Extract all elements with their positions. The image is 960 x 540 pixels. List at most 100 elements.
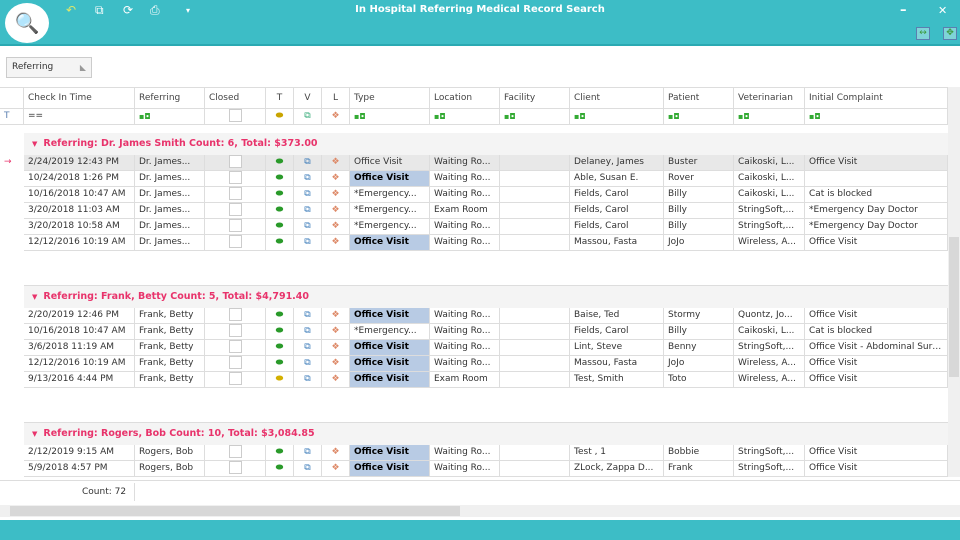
filter-cell[interactable]: ▪◘ xyxy=(734,109,805,125)
visit-icon[interactable]: ⧉ xyxy=(294,219,322,235)
filter-cell[interactable]: == xyxy=(24,109,135,125)
treatment-icon[interactable]: ⬬ xyxy=(266,372,294,388)
checkbox[interactable] xyxy=(228,308,242,321)
closed-checkbox[interactable] xyxy=(205,155,266,171)
table-row[interactable]: 10/24/2018 1:26 PM Dr. James... ⬬ ⧉ ❖ Office … xyxy=(0,171,948,187)
checkbox[interactable] xyxy=(228,235,242,248)
treatment-icon[interactable]: ⬬ xyxy=(266,356,294,372)
table-row[interactable]: 12/12/2016 10:19 AM Frank, Betty ⬬ ⧉ ❖ Office… xyxy=(0,356,948,372)
lab-icon[interactable]: ❖ xyxy=(322,308,350,324)
group-by-referring-chip[interactable]: Referring ◣ xyxy=(6,57,92,78)
filter-cell[interactable]: ▪◘ xyxy=(350,109,430,125)
filter-cell[interactable]: ⬬ xyxy=(266,109,294,125)
close-button[interactable]: ✕ xyxy=(938,4,947,17)
filter-icon[interactable]: T xyxy=(0,109,24,125)
lab-icon[interactable]: ❖ xyxy=(322,324,350,340)
filter-cell[interactable]: ▪◘ xyxy=(570,109,664,125)
visit-icon[interactable]: ⧉ xyxy=(294,324,322,340)
checkbox[interactable] xyxy=(228,219,242,232)
closed-checkbox[interactable] xyxy=(205,187,266,203)
table-row[interactable]: 3/20/2018 11:03 AM Dr. James... ⬬ ⧉ ❖ *Emerge… xyxy=(0,203,948,219)
column-header[interactable]: Closed xyxy=(205,88,266,109)
collapse-chevron-icon[interactable]: ▼ xyxy=(32,140,37,148)
filter-cell[interactable]: ▪◘ xyxy=(805,109,948,125)
table-row[interactable]: 2/20/2019 12:46 PM Frank, Betty ⬬ ⧉ ❖ Office … xyxy=(0,308,948,324)
checkbox[interactable] xyxy=(228,203,242,216)
treatment-icon[interactable]: ⬬ xyxy=(266,155,294,171)
column-header[interactable]: Initial Complaint xyxy=(805,88,948,109)
checkbox[interactable] xyxy=(228,461,242,474)
closed-checkbox[interactable] xyxy=(205,235,266,251)
closed-checkbox[interactable] xyxy=(205,219,266,235)
treatment-icon[interactable]: ⬬ xyxy=(266,235,294,251)
horizontal-scrollbar[interactable] xyxy=(0,505,960,517)
group-header[interactable]: ▼ Referring: Frank, Betty Count: 5, Total… xyxy=(24,286,948,308)
table-row[interactable]: 5/9/2018 4:57 PM Rogers, Bob ⬬ ⧉ ❖ Office Vis… xyxy=(0,461,948,477)
filter-cell[interactable]: ▪◘ xyxy=(664,109,734,125)
minimize-button[interactable]: – xyxy=(900,3,907,18)
visit-icon[interactable]: ⧉ xyxy=(294,445,322,461)
vertical-scrollbar[interactable] xyxy=(948,87,960,477)
column-header[interactable]: T xyxy=(266,88,294,109)
visit-icon[interactable]: ⧉ xyxy=(294,356,322,372)
filter-cell[interactable]: ❖ xyxy=(322,109,350,125)
table-row[interactable]: 9/13/2016 4:44 PM Frank, Betty ⬬ ⧉ ❖ Office V… xyxy=(0,372,948,388)
table-row[interactable]: 10/16/2018 10:47 AM Frank, Betty ⬬ ⧉ ❖ *Emerg… xyxy=(0,324,948,340)
filter-cell[interactable] xyxy=(205,109,266,125)
collapse-icon[interactable]: ↔ xyxy=(916,27,930,40)
column-header[interactable]: Veterinarian xyxy=(734,88,805,109)
collapse-chevron-icon[interactable]: ▼ xyxy=(32,293,37,301)
lab-icon[interactable]: ❖ xyxy=(322,219,350,235)
checkbox[interactable] xyxy=(228,356,242,369)
treatment-icon[interactable]: ⬬ xyxy=(266,324,294,340)
closed-checkbox[interactable] xyxy=(205,324,266,340)
closed-checkbox[interactable] xyxy=(205,340,266,356)
column-header[interactable] xyxy=(0,88,24,109)
column-header[interactable]: Facility xyxy=(500,88,570,109)
column-header[interactable]: Check In Time xyxy=(24,88,135,109)
checkbox[interactable] xyxy=(228,187,242,200)
treatment-icon[interactable]: ⬬ xyxy=(266,308,294,324)
column-header[interactable]: Type xyxy=(350,88,430,109)
visit-icon[interactable]: ⧉ xyxy=(294,171,322,187)
filter-cell[interactable]: ▪◘ xyxy=(135,109,205,125)
closed-checkbox[interactable] xyxy=(205,308,266,324)
checkbox[interactable] xyxy=(228,372,242,385)
collapse-chevron-icon[interactable]: ▼ xyxy=(32,430,37,438)
lab-icon[interactable]: ❖ xyxy=(322,203,350,219)
table-row[interactable]: 12/12/2016 10:19 AM Dr. James... ⬬ ⧉ ❖ Office… xyxy=(0,235,948,251)
lab-icon[interactable]: ❖ xyxy=(322,171,350,187)
treatment-icon[interactable]: ⬬ xyxy=(266,203,294,219)
treatment-icon[interactable]: ⬬ xyxy=(266,187,294,203)
group-header[interactable]: ▼ Referring: Dr. James Smith Count: 6, To… xyxy=(24,133,948,155)
treatment-icon[interactable]: ⬬ xyxy=(266,461,294,477)
lab-icon[interactable]: ❖ xyxy=(322,356,350,372)
group-header[interactable]: ▼ Referring: Rogers, Bob Count: 10, Total… xyxy=(24,423,948,445)
visit-icon[interactable]: ⧉ xyxy=(294,308,322,324)
lab-icon[interactable]: ❖ xyxy=(322,235,350,251)
treatment-icon[interactable]: ⬬ xyxy=(266,219,294,235)
closed-checkbox[interactable] xyxy=(205,171,266,187)
visit-icon[interactable]: ⧉ xyxy=(294,155,322,171)
visit-icon[interactable]: ⧉ xyxy=(294,187,322,203)
closed-checkbox[interactable] xyxy=(205,461,266,477)
visit-icon[interactable]: ⧉ xyxy=(294,235,322,251)
checkbox[interactable] xyxy=(228,445,242,458)
lab-icon[interactable]: ❖ xyxy=(322,187,350,203)
column-header[interactable]: Referring xyxy=(135,88,205,109)
visit-icon[interactable]: ⧉ xyxy=(294,340,322,356)
filter-cell[interactable]: ▪◘ xyxy=(500,109,570,125)
visit-icon[interactable]: ⧉ xyxy=(294,461,322,477)
column-header[interactable]: Patient xyxy=(664,88,734,109)
table-row[interactable]: 10/16/2018 10:47 AM Dr. James... ⬬ ⧉ ❖ *Emerg… xyxy=(0,187,948,203)
column-header[interactable]: L xyxy=(322,88,350,109)
filter-cell[interactable]: ⧉ xyxy=(294,109,322,125)
visit-icon[interactable]: ⧉ xyxy=(294,203,322,219)
closed-checkbox[interactable] xyxy=(205,445,266,461)
checkbox[interactable] xyxy=(228,324,242,337)
table-row[interactable]: 3/20/2018 10:58 AM Dr. James... ⬬ ⧉ ❖ *Emerge… xyxy=(0,219,948,235)
visit-icon[interactable]: ⧉ xyxy=(294,372,322,388)
checkbox[interactable] xyxy=(228,340,242,353)
lab-icon[interactable]: ❖ xyxy=(322,445,350,461)
column-header[interactable]: V xyxy=(294,88,322,109)
